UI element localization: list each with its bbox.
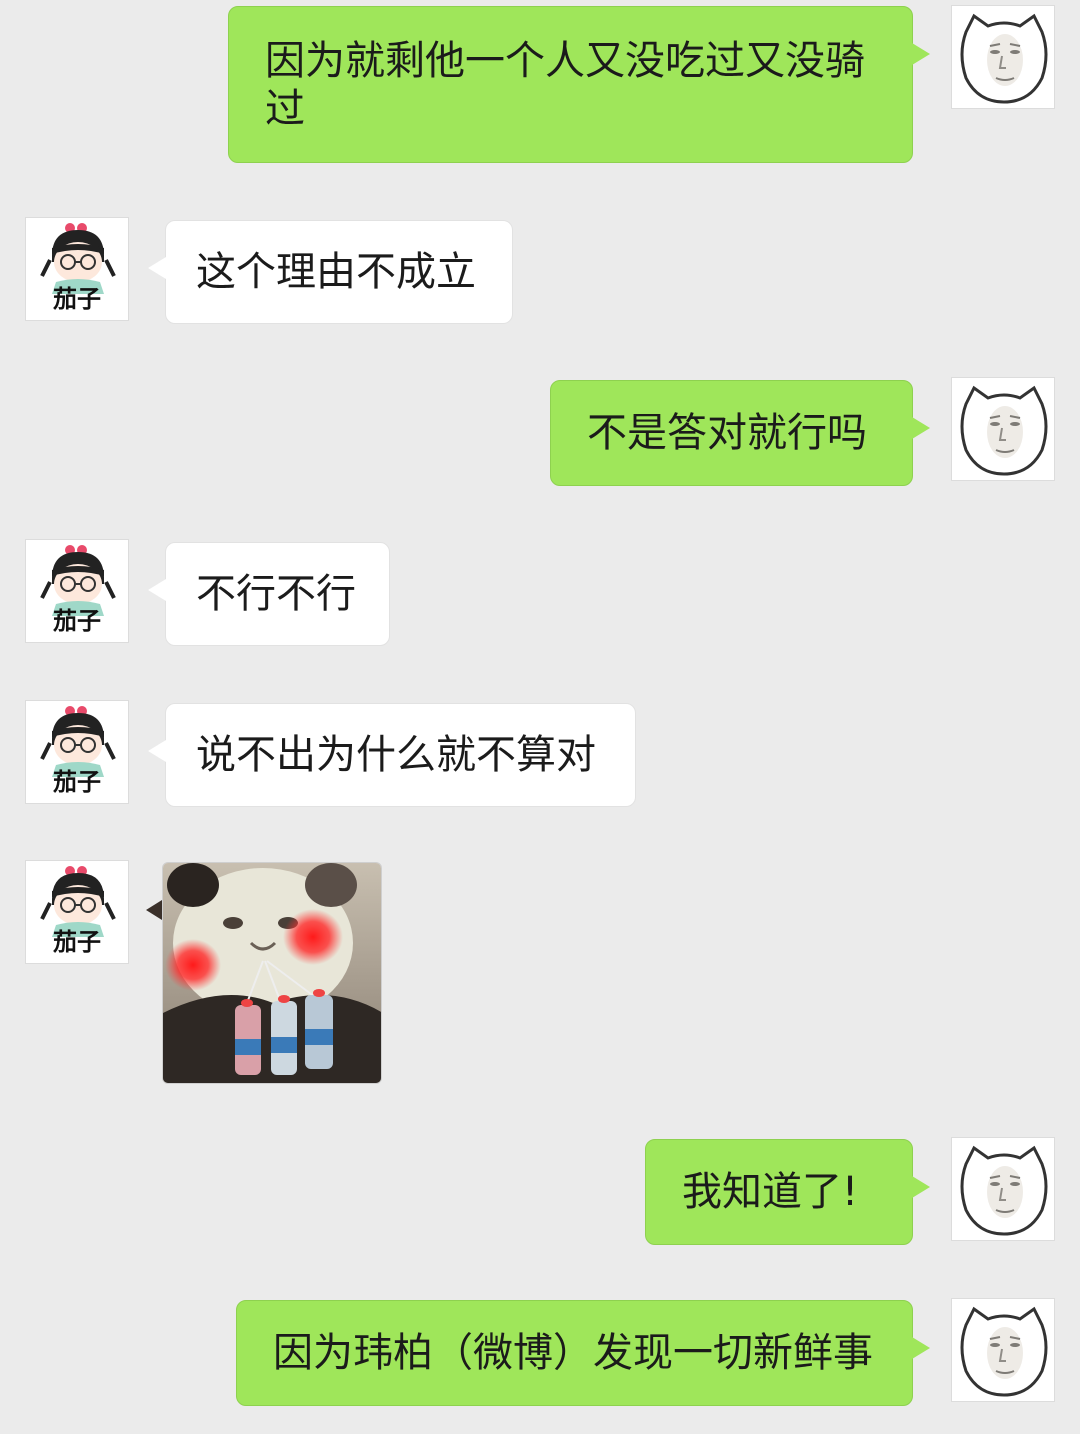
message-text: 因为玮柏（微博）发现一切新鲜事: [273, 1330, 873, 1376]
bubble-tail: [148, 740, 166, 762]
contact-avatar[interactable]: 茄子: [25, 539, 129, 643]
bubble-tail: [912, 1176, 930, 1198]
bubble-tail: [148, 257, 166, 279]
message-bubble[interactable]: 不行不行: [148, 542, 390, 646]
message-bubble[interactable]: 说不出为什么就不算对: [148, 703, 636, 807]
bubble-tail: [912, 1337, 930, 1359]
chat-area[interactable]: 因为就剩他一个人又没吃过又没骑过 茄子 这个理由不成立 不是答对就行吗 茄子 不…: [0, 0, 1080, 1434]
panda-meme-sticker-icon: [163, 863, 381, 1083]
contact-avatar[interactable]: 茄子: [25, 860, 129, 964]
message-text: 因为就剩他一个人又没吃过又没骑过: [265, 38, 865, 132]
message-bubble[interactable]: 我知道了!: [645, 1139, 930, 1245]
message-bubble[interactable]: 这个理由不成立: [148, 220, 513, 324]
message-text: 不是答对就行吗: [587, 410, 867, 456]
bubble-tail: [148, 579, 166, 601]
message-text: 不行不行: [196, 571, 356, 617]
avatar-label: 茄子: [53, 607, 101, 635]
my-avatar[interactable]: [951, 377, 1055, 481]
bubble-tail: [146, 900, 162, 920]
meme-face-icon: [960, 13, 1048, 104]
message-text: 我知道了!: [682, 1169, 859, 1215]
meme-face-icon: [960, 1306, 1048, 1397]
message-text: 说不出为什么就不算对: [196, 732, 596, 778]
message-text: 这个理由不成立: [196, 249, 476, 295]
avatar-label: 茄子: [53, 768, 101, 796]
message-bubble[interactable]: 因为就剩他一个人又没吃过又没骑过: [228, 6, 930, 163]
message-bubble[interactable]: 不是答对就行吗: [550, 380, 930, 486]
bubble-tail: [912, 417, 930, 439]
avatar-label: 茄子: [53, 285, 101, 313]
avatar-label: 茄子: [53, 928, 101, 956]
my-avatar[interactable]: [951, 1298, 1055, 1402]
my-avatar[interactable]: [951, 5, 1055, 109]
sticker-image[interactable]: [162, 862, 382, 1084]
my-avatar[interactable]: [951, 1137, 1055, 1241]
contact-avatar[interactable]: 茄子: [25, 700, 129, 804]
bubble-tail: [912, 43, 930, 65]
meme-face-icon: [960, 385, 1048, 476]
meme-face-icon: [960, 1145, 1048, 1236]
message-bubble[interactable]: 因为玮柏（微博）发现一切新鲜事: [236, 1300, 930, 1406]
contact-avatar[interactable]: 茄子: [25, 217, 129, 321]
